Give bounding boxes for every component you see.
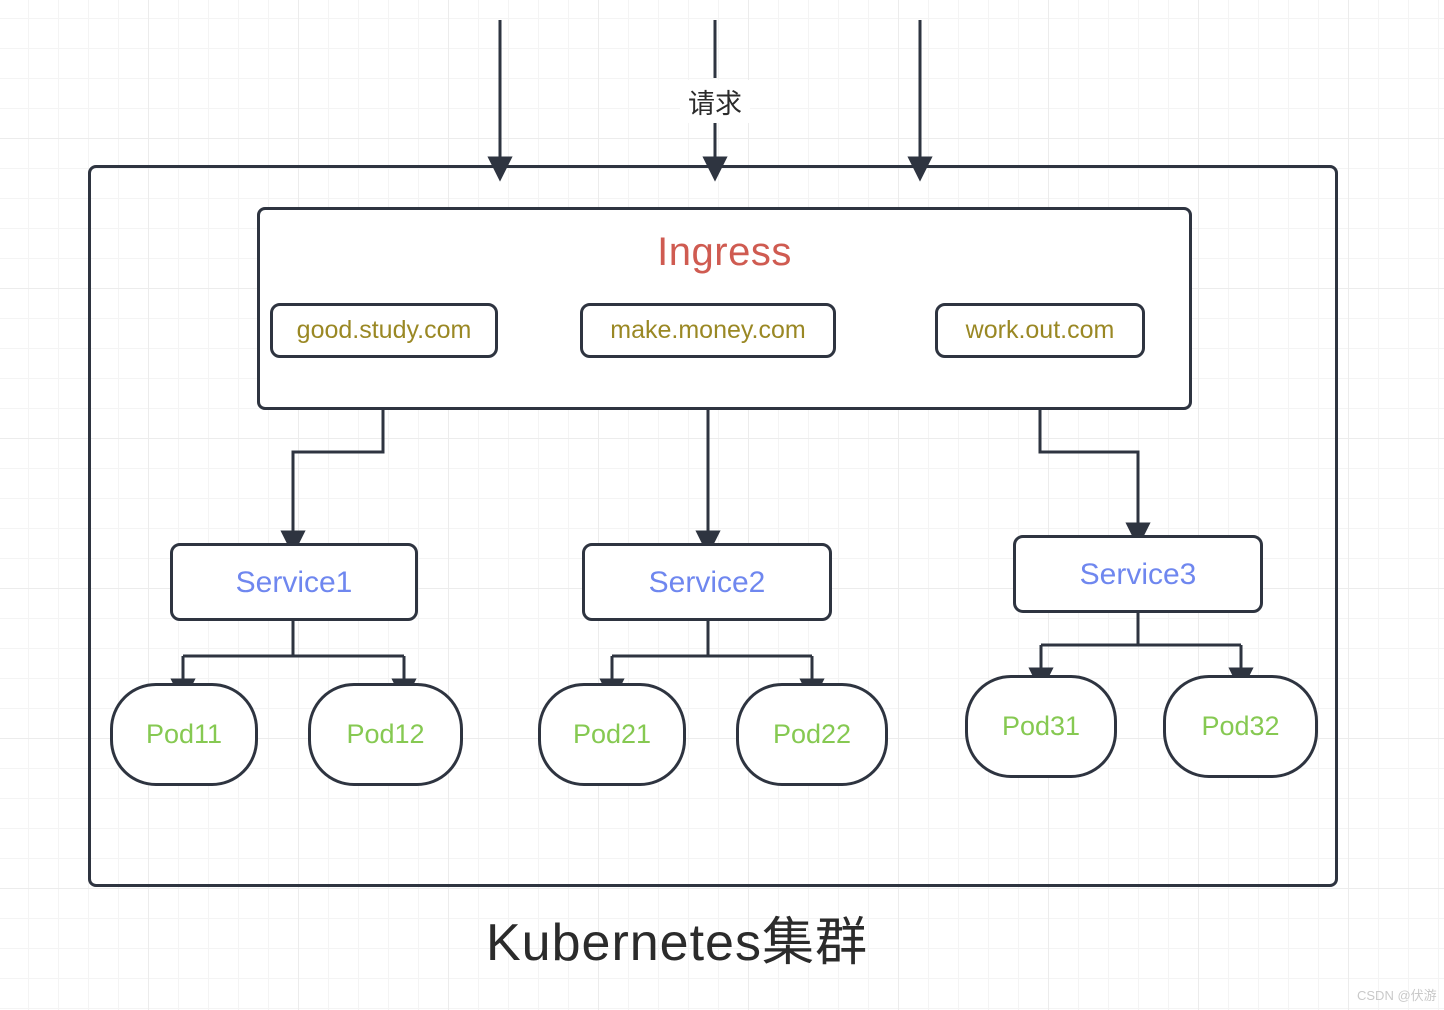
- pod-22-box[interactable]: Pod22: [736, 683, 888, 786]
- service-2-box[interactable]: Service2: [582, 543, 832, 621]
- ingress-title: Ingress: [657, 230, 792, 274]
- service-3-box[interactable]: Service3: [1013, 535, 1263, 613]
- pod-31-box[interactable]: Pod31: [965, 675, 1117, 778]
- pod-11-box[interactable]: Pod11: [110, 683, 258, 786]
- pod-12-box[interactable]: Pod12: [308, 683, 463, 786]
- pod-21-box[interactable]: Pod21: [538, 683, 686, 786]
- ingress-host-make-money[interactable]: make.money.com: [580, 303, 836, 358]
- csdn-watermark: CSDN @伏游: [1357, 988, 1437, 1003]
- request-label: 请求: [680, 80, 750, 123]
- diagram-canvas: 请求 Ingress good.study.com make.money.com…: [0, 0, 1444, 1010]
- ingress-host-work-out[interactable]: work.out.com: [935, 303, 1145, 358]
- cluster-title: Kubernetes集群: [486, 914, 868, 972]
- service-1-box[interactable]: Service1: [170, 543, 418, 621]
- pod-32-box[interactable]: Pod32: [1163, 675, 1318, 778]
- ingress-host-good-study[interactable]: good.study.com: [270, 303, 498, 358]
